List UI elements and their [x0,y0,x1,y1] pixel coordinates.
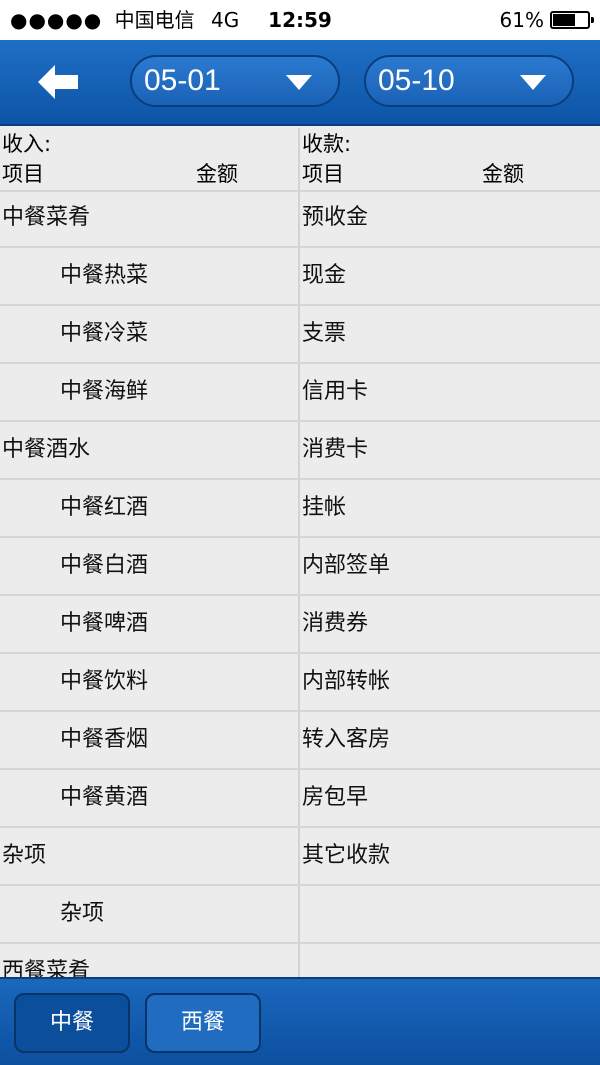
payment-item: 现金 [302,263,347,288]
table-row[interactable]: 中餐热菜 现金 [0,248,600,306]
income-item: 中餐海鲜 [60,379,149,404]
table-row[interactable]: 中餐啤酒 消费券 [0,596,600,654]
status-bar: ●●●●● 中国电信 4G 12:59 61% [0,0,600,40]
payment-item: 房包早 [302,785,369,810]
income-category: 中餐酒水 [2,437,91,462]
report-table[interactable]: 收入: 项目 金额 收款: 项目 金额 中餐菜肴 预收金 中餐热菜 现金 中餐冷… [0,128,600,978]
payment-item: 其它收款 [302,843,391,868]
payment-item: 转入客房 [302,727,391,752]
table-row[interactable]: 中餐白酒 内部签单 [0,538,600,596]
income-title: 收入: [2,132,52,156]
table-row[interactable]: 中餐酒水 消费卡 [0,422,600,480]
tab-chinese-dining[interactable]: 中餐 [14,993,130,1053]
payment-item: 内部转帐 [302,669,391,694]
app-root: ●●●●● 中国电信 4G 12:59 61% 05-01 05-10 收入: … [0,0,600,1065]
payment-item: 信用卡 [302,379,369,404]
payment-item-header: 项目 [302,162,344,186]
payment-item: 挂帐 [302,495,347,520]
battery-fill [553,14,575,26]
tab-western-dining[interactable]: 西餐 [145,993,261,1053]
left-arrow-icon [38,65,78,99]
payment-amount-header: 金额 [482,162,524,186]
income-item: 中餐白酒 [60,553,149,578]
battery-icon [550,11,594,29]
table-row[interactable]: 中餐红酒 挂帐 [0,480,600,538]
income-category: 西餐菜肴 [2,959,91,978]
start-date-value: 05-01 [144,64,221,97]
table-row[interactable]: 中餐海鲜 信用卡 [0,364,600,422]
income-item: 中餐红酒 [60,495,149,520]
payment-item [300,886,600,942]
chevron-down-icon [520,75,546,90]
payment-item: 消费卡 [302,437,369,462]
income-item-header: 项目 [2,162,44,186]
battery-percent: 61% [499,8,544,32]
income-item: 中餐啤酒 [60,611,149,636]
income-item: 中餐冷菜 [60,321,149,346]
income-item: 中餐热菜 [60,263,149,288]
bottom-tabbar: 中餐 西餐 [0,977,600,1065]
payment-title: 收款: [302,132,352,156]
income-amount-header: 金额 [196,162,238,186]
table-row[interactable]: 中餐菜肴 预收金 [0,190,600,248]
table-row[interactable]: 中餐黄酒 房包早 [0,770,600,828]
income-item: 中餐黄酒 [60,785,149,810]
table-row[interactable]: 杂项 [0,886,600,944]
table-row[interactable]: 中餐冷菜 支票 [0,306,600,364]
income-category: 杂项 [2,843,47,868]
top-header: 05-01 05-10 [0,40,600,126]
income-item: 中餐饮料 [60,669,149,694]
income-item: 中餐香烟 [60,727,149,752]
status-right: 61% [499,0,594,40]
end-date-value: 05-10 [378,64,455,97]
table-row[interactable]: 西餐菜肴 [0,944,600,978]
back-button[interactable] [30,60,86,104]
table-row[interactable]: 中餐饮料 内部转帐 [0,654,600,712]
income-item: 杂项 [60,901,105,926]
payment-item: 支票 [302,321,347,346]
payment-item: 内部签单 [302,553,391,578]
table-row[interactable]: 杂项 其它收款 [0,828,600,886]
payment-item: 预收金 [302,205,369,230]
payment-item [300,944,600,978]
start-date-select[interactable]: 05-01 [130,55,340,107]
end-date-select[interactable]: 05-10 [364,55,574,107]
table-row[interactable]: 中餐香烟 转入客房 [0,712,600,770]
income-category: 中餐菜肴 [2,205,91,230]
chevron-down-icon [286,75,312,90]
payment-item: 消费券 [302,611,369,636]
